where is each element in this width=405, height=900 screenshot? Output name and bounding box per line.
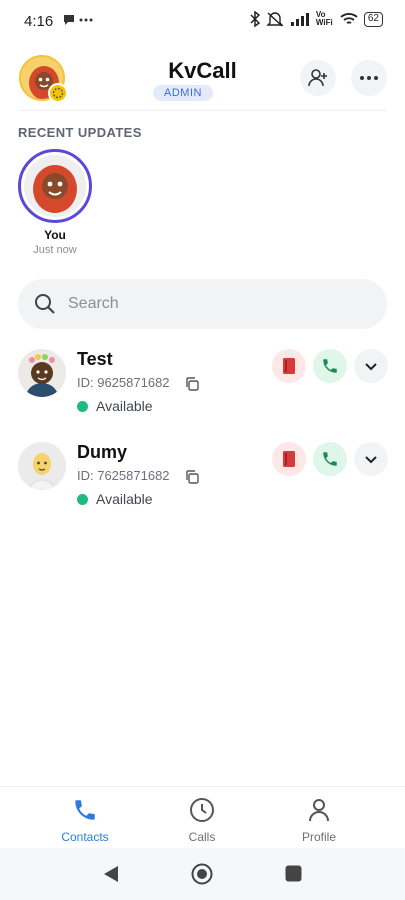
- home-icon[interactable]: [191, 863, 213, 885]
- wifi-icon: [340, 13, 358, 24]
- add-contact-button[interactable]: [300, 60, 336, 96]
- contact-id: ID: 9625871682: [77, 375, 170, 390]
- status-time: 4:16: [24, 13, 54, 30]
- copy-icon[interactable]: [184, 469, 200, 485]
- section-title-recent-updates: RECENT UPDATES: [18, 125, 142, 140]
- contact-row[interactable]: Test ID: 9625871682 Available: [18, 349, 388, 429]
- chevron-down-icon: [365, 456, 377, 464]
- signal-icon: [290, 13, 309, 26]
- search-input[interactable]: [68, 279, 368, 329]
- app-title: KvCall: [168, 58, 237, 83]
- status-bar: 4:16 Vo WiFi 62: [0, 0, 405, 44]
- system-navigation-bar: [0, 848, 405, 900]
- status-ring-badge: [48, 83, 68, 103]
- recents-icon[interactable]: [285, 865, 302, 882]
- header-divider: [18, 110, 387, 111]
- battery-indicator: 62: [363, 11, 383, 27]
- person-icon: [309, 799, 329, 822]
- phone-icon: [323, 359, 337, 373]
- call-button[interactable]: [313, 349, 347, 383]
- nav-tab-contacts[interactable]: Contacts: [35, 797, 135, 844]
- available-dot: [77, 493, 88, 505]
- nav-label: Profile: [301, 830, 336, 844]
- contact-name: Test: [77, 349, 113, 369]
- status-right: Vo WiFi 62: [250, 11, 383, 27]
- nav-tab-profile[interactable]: Profile: [269, 797, 369, 844]
- search-bar[interactable]: [18, 279, 387, 329]
- book-icon: [283, 451, 295, 467]
- add-user-icon: [308, 69, 327, 87]
- phone-icon: [75, 800, 95, 820]
- notification-icons: [62, 12, 96, 31]
- contact-book-button[interactable]: [272, 349, 306, 383]
- contact-status: Available: [77, 491, 153, 507]
- mute-icon: [266, 12, 284, 27]
- role-badge: ADMIN: [153, 85, 213, 101]
- story-time: Just now: [33, 244, 77, 256]
- story-item-you[interactable]: [18, 149, 92, 223]
- book-icon: [283, 358, 295, 374]
- vowifi-label: Vo WiFi: [315, 10, 333, 27]
- status-label: Available: [96, 491, 153, 507]
- bottom-navigation: Contacts Calls Profile: [0, 786, 405, 848]
- expand-button[interactable]: [354, 349, 388, 383]
- status-label: Available: [96, 398, 153, 414]
- chevron-down-icon: [365, 363, 377, 371]
- more-horizontal-icon: [360, 76, 378, 80]
- available-dot: [77, 400, 88, 412]
- story-name: You: [44, 228, 66, 242]
- contact-avatar: [18, 349, 66, 397]
- bluetooth-icon: [250, 11, 260, 27]
- nav-label: Contacts: [61, 830, 109, 844]
- nav-tab-calls[interactable]: Calls: [152, 797, 252, 844]
- phone-icon: [323, 452, 337, 466]
- copy-icon[interactable]: [184, 376, 200, 392]
- nav-label: Calls: [188, 830, 216, 844]
- more-options-button[interactable]: [351, 60, 387, 96]
- contact-status: Available: [77, 398, 153, 414]
- call-button[interactable]: [313, 442, 347, 476]
- contact-name: Dumy: [77, 442, 128, 462]
- contact-id: ID: 7625871682: [77, 468, 170, 483]
- contact-row[interactable]: Dumy ID: 7625871682 Available: [18, 442, 388, 522]
- contact-avatar: [18, 442, 66, 490]
- search-icon: [35, 294, 55, 314]
- clock-icon: [190, 798, 214, 822]
- back-icon[interactable]: [102, 864, 120, 884]
- expand-button[interactable]: [354, 442, 388, 476]
- contact-book-button[interactable]: [272, 442, 306, 476]
